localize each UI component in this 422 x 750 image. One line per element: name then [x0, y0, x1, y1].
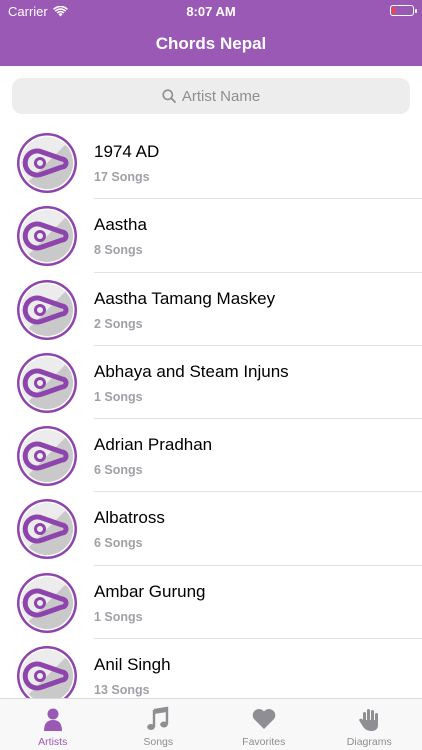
battery-level: [392, 7, 396, 14]
song-count: 2 Songs: [94, 316, 143, 331]
tab-label: Songs: [143, 736, 174, 748]
guitar-pick-icon: [16, 132, 78, 194]
search-input[interactable]: Artist Name: [12, 78, 410, 114]
song-count: 1 Songs: [94, 389, 143, 404]
tab-artists[interactable]: Artists: [0, 699, 106, 750]
artist-name: 1974 AD: [94, 142, 160, 161]
guitar-pick-icon: [16, 352, 78, 414]
song-count: 1 Songs: [94, 609, 143, 624]
guitar-pick-icon: [16, 279, 78, 341]
artist-list[interactable]: 1974 AD 17 Songs Aastha 8 Songs Aastha T…: [0, 126, 422, 698]
artist-name: Aastha: [94, 215, 147, 235]
guitar-pick-icon: [16, 205, 78, 267]
guitar-pick-icon: [16, 645, 78, 698]
artist-name: Aastha Tamang Maskey: [94, 288, 276, 308]
guitar-pick-icon: [16, 425, 78, 487]
status-bar: Carrier 8:07 AM: [0, 0, 422, 22]
guitar-pick-icon: [16, 498, 78, 560]
tab-songs[interactable]: Songs: [106, 699, 212, 750]
search-placeholder: Artist Name: [181, 87, 261, 105]
tab-label: Artists: [38, 736, 68, 748]
tab-favorites[interactable]: Favorites: [211, 699, 317, 750]
search-area: Artist Name: [0, 66, 422, 126]
navigation-bar: Chords Nepal: [0, 22, 422, 66]
tab-diagrams[interactable]: Diagrams: [317, 699, 422, 750]
music-note-icon: [144, 705, 172, 733]
song-count: 13 Songs: [94, 683, 150, 698]
artist-row[interactable]: 1974 AD 17 Songs: [0, 126, 422, 200]
artist-name: Ambar Gurung: [94, 581, 206, 601]
tab-bar: Artists Songs Favorites Diagrams: [0, 698, 422, 750]
artist-row[interactable]: Abhaya and Steam Injuns 1 Songs: [0, 346, 422, 420]
song-count: 17 Songs: [94, 170, 150, 184]
artist-name: Albatross: [94, 508, 165, 528]
heart-icon: [250, 705, 278, 733]
artist-row[interactable]: Anil Singh 13 Songs: [0, 639, 422, 698]
artist-name: Adrian Pradhan: [94, 435, 213, 455]
song-count: 8 Songs: [94, 243, 143, 258]
person-icon: [39, 705, 67, 733]
tab-label: Favorites: [242, 736, 286, 748]
artist-name: Anil Singh: [94, 655, 171, 675]
artist-row[interactable]: Albatross 6 Songs: [0, 492, 422, 566]
page-title: Chords Nepal: [155, 34, 267, 53]
artist-row[interactable]: Aastha 8 Songs: [0, 199, 422, 273]
artist-row[interactable]: Ambar Gurung 1 Songs: [0, 566, 422, 640]
artist-name: Abhaya and Steam Injuns: [94, 361, 289, 381]
guitar-pick-icon: [16, 572, 78, 634]
song-count: 6 Songs: [94, 536, 143, 551]
song-count: 6 Songs: [94, 463, 143, 478]
hand-icon: [355, 705, 383, 733]
artist-row[interactable]: Aastha Tamang Maskey 2 Songs: [0, 273, 422, 346]
tab-label: Diagrams: [346, 736, 392, 748]
search-icon: [162, 89, 176, 103]
battery-icon: [390, 5, 417, 16]
status-time: 8:07 AM: [186, 4, 236, 19]
artist-row[interactable]: Adrian Pradhan 6 Songs: [0, 419, 422, 493]
